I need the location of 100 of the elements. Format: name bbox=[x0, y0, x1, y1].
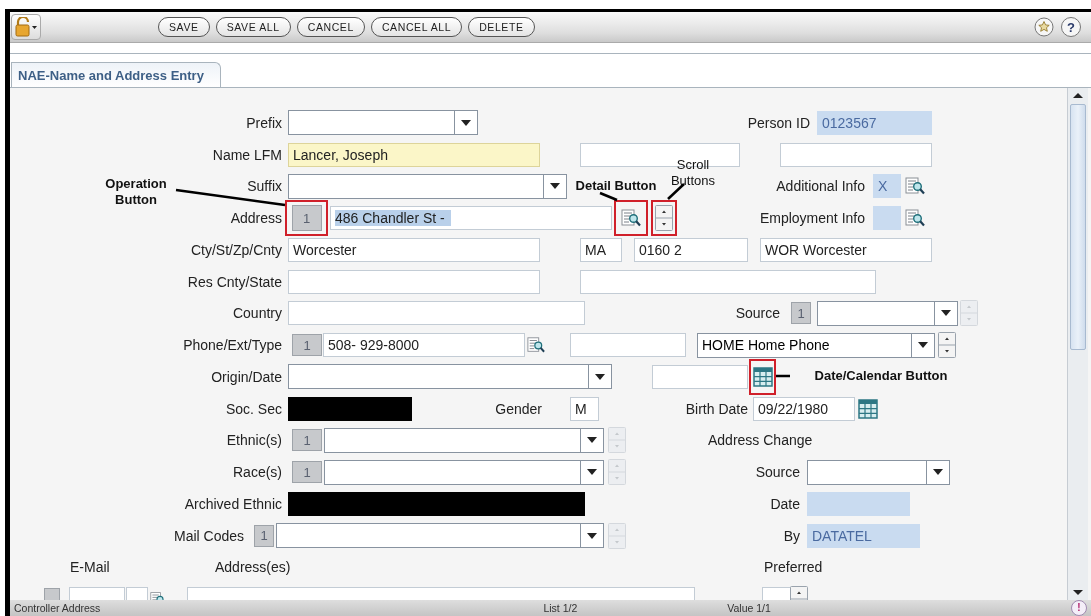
caret-icon bbox=[461, 119, 471, 126]
field-label: Suffix bbox=[246, 178, 282, 195]
status-text: Controller Address bbox=[14, 602, 101, 614]
lock-icon bbox=[14, 17, 38, 37]
annotation-label: Operation Button bbox=[104, 176, 168, 209]
text-field[interactable]: DATATEL bbox=[807, 523, 920, 548]
field-label: E-Mail bbox=[70, 559, 111, 576]
annotation-label: Detail Button bbox=[574, 178, 658, 195]
caret-icon bbox=[941, 310, 951, 317]
field-label: Employment Info bbox=[758, 210, 865, 227]
field-label: By bbox=[782, 527, 800, 544]
field-label: Gender bbox=[494, 400, 542, 417]
field-label: Preferred bbox=[764, 559, 824, 576]
operation-button[interactable]: 1 bbox=[791, 302, 811, 325]
text-field[interactable]: MA bbox=[580, 237, 622, 262]
toolbar-button[interactable]: CANCEL bbox=[296, 17, 365, 37]
field-label: Source bbox=[754, 464, 800, 481]
operation-button[interactable]: 1 bbox=[292, 334, 322, 357]
text-field[interactable]: 0123567 bbox=[817, 110, 932, 135]
field-label: Date bbox=[769, 495, 800, 512]
dropdown[interactable] bbox=[324, 459, 604, 485]
toolbar-button[interactable]: SAVE ALL bbox=[215, 17, 291, 37]
field-label: Address Change bbox=[708, 432, 814, 449]
document-search-icon[interactable] bbox=[621, 208, 641, 229]
operation-button[interactable]: 1 bbox=[254, 524, 274, 547]
caret-icon bbox=[587, 532, 597, 539]
field-label: Origin/Date bbox=[210, 368, 282, 385]
caret-icon bbox=[550, 183, 560, 190]
dropdown[interactable] bbox=[288, 364, 612, 390]
scroll-buttons[interactable] bbox=[938, 332, 956, 359]
text-field[interactable] bbox=[807, 491, 910, 516]
text-field[interactable] bbox=[288, 269, 540, 294]
operation-button[interactable]: 1 bbox=[292, 461, 322, 484]
field-label: Soc. Sec bbox=[224, 400, 282, 417]
field-label: Prefix bbox=[245, 114, 282, 131]
text-field[interactable] bbox=[780, 142, 932, 167]
text-field[interactable]: WOR Worcester bbox=[760, 237, 932, 262]
operation-button[interactable]: 1 bbox=[292, 429, 322, 452]
document-search-icon[interactable] bbox=[905, 176, 925, 197]
field-label: Address bbox=[229, 210, 282, 227]
dropdown[interactable] bbox=[817, 300, 958, 326]
document-search-icon[interactable] bbox=[905, 208, 925, 229]
field-label: Ethnic(s) bbox=[225, 432, 282, 449]
text-field[interactable] bbox=[580, 142, 740, 167]
text-field[interactable]: Worcester bbox=[288, 237, 540, 262]
field-label: Source bbox=[734, 305, 780, 322]
caret-icon bbox=[918, 342, 928, 349]
text-field[interactable] bbox=[873, 206, 901, 231]
dropdown[interactable] bbox=[288, 110, 478, 136]
calendar-icon[interactable] bbox=[858, 398, 878, 419]
caret-icon bbox=[595, 373, 605, 380]
text-field[interactable]: X bbox=[873, 174, 901, 199]
field-label: Res Cnty/State bbox=[186, 273, 282, 290]
dropdown[interactable] bbox=[276, 523, 604, 549]
field-label: Race(s) bbox=[232, 464, 282, 481]
lock-menu-button[interactable] bbox=[11, 14, 41, 40]
calendar-icon[interactable] bbox=[752, 366, 773, 387]
annotation-label: Scroll Buttons bbox=[669, 157, 717, 190]
dropdown[interactable] bbox=[807, 459, 950, 485]
tab[interactable]: NAE-Name and Address Entry bbox=[11, 62, 221, 87]
caret-icon bbox=[587, 437, 597, 444]
field-label: Mail Codes bbox=[172, 527, 244, 544]
scroll-buttons[interactable] bbox=[655, 205, 673, 232]
text-field[interactable] bbox=[652, 364, 748, 389]
scrollbar-thumb[interactable] bbox=[1070, 104, 1086, 350]
annotation-label: Date/Calendar Button bbox=[813, 368, 949, 385]
field-label: Cty/St/Zp/Cnty bbox=[189, 241, 282, 258]
dropdown[interactable] bbox=[324, 427, 604, 453]
text-field[interactable]: Lancer, Joseph bbox=[288, 142, 540, 167]
toolbar-button[interactable]: CANCEL ALL bbox=[370, 17, 463, 37]
text-field[interactable]: M bbox=[570, 396, 599, 421]
field-label: Address(es) bbox=[215, 559, 292, 576]
caret-icon bbox=[587, 469, 597, 476]
text-field[interactable] bbox=[288, 301, 585, 326]
text-field[interactable] bbox=[570, 333, 686, 358]
text-field[interactable]: 508- 929-8000 bbox=[323, 333, 525, 358]
status-text: Value 1/1 bbox=[727, 602, 771, 614]
alert-button[interactable]: ! bbox=[1071, 600, 1087, 616]
text-field[interactable]: 486 Chandler St - bbox=[330, 206, 612, 231]
vertical-scrollbar[interactable] bbox=[1067, 88, 1088, 600]
toolbar-button[interactable]: DELETE bbox=[468, 17, 535, 37]
field-label: Phone/Ext/Type bbox=[182, 337, 282, 354]
text-field[interactable]: 09/22/1980 bbox=[753, 396, 855, 421]
help-button[interactable]: ? bbox=[1061, 17, 1081, 37]
field-label: Archived Ethnic bbox=[183, 495, 282, 512]
status-text: List 1/2 bbox=[543, 602, 578, 614]
leader-line bbox=[776, 374, 790, 378]
toolbar-button[interactable]: SAVE bbox=[158, 17, 210, 37]
text-field[interactable] bbox=[580, 269, 876, 294]
field-label: Additional Info bbox=[775, 178, 865, 195]
leader-line bbox=[667, 183, 685, 200]
dropdown[interactable]: HOME Home Phone bbox=[697, 332, 935, 358]
dropdown[interactable] bbox=[288, 173, 567, 199]
operation-button[interactable]: 1 bbox=[291, 205, 322, 232]
text-field[interactable]: 0160 2 bbox=[634, 237, 748, 262]
caret-icon bbox=[933, 469, 943, 476]
field-label: Birth Date bbox=[684, 400, 748, 417]
field-label: Person ID bbox=[746, 114, 810, 131]
field-label: Name LFM bbox=[211, 146, 282, 163]
leader-line bbox=[599, 191, 618, 202]
